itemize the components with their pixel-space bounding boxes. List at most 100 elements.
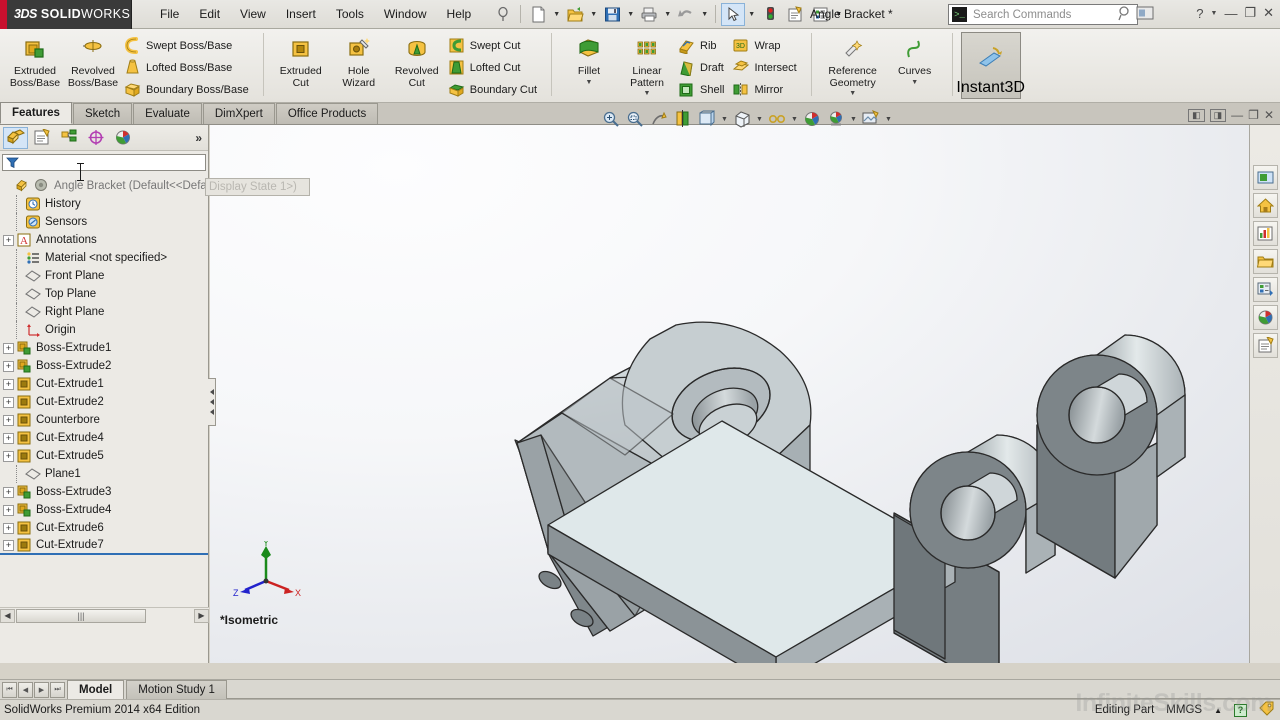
search-commands-box[interactable]: >_ Search Commands	[948, 4, 1138, 25]
panel-splitter-handle[interactable]	[208, 378, 216, 426]
menu-insert[interactable]: Insert	[276, 3, 326, 25]
property-manager-tab[interactable]	[30, 127, 55, 149]
linear-pattern-button[interactable]: Linear Pattern ▼	[618, 31, 676, 97]
tree-item-boss-extrude1[interactable]: + Boss-Extrude1	[0, 339, 208, 357]
tree-item-cut-extrude4[interactable]: + Cut-Extrude4	[0, 429, 208, 447]
expand-toggle[interactable]: +	[3, 414, 14, 426]
extruded-boss-base-button[interactable]: Extruded Boss/Base	[6, 31, 64, 89]
view-orientation-dropdown-icon[interactable]: ▼	[720, 108, 729, 130]
menu-file[interactable]: File	[150, 3, 189, 25]
search-folder-button[interactable]	[1252, 249, 1278, 274]
tree-item-cut-extrude1[interactable]: + Cut-Extrude1	[0, 375, 208, 393]
tile-horizontally-icon[interactable]: ◧	[1188, 108, 1205, 122]
feature-tree-filter[interactable]	[2, 154, 206, 171]
rib-button[interactable]: Rib	[676, 35, 730, 56]
expand-toggle[interactable]: +	[3, 539, 14, 551]
help-icon[interactable]: ?	[1196, 6, 1203, 21]
minimize-document-icon[interactable]: —	[1231, 108, 1243, 122]
scroll-thumb[interactable]: |||	[16, 608, 146, 623]
mirror-button[interactable]: Mirror	[730, 79, 802, 100]
edit-appearance-icon[interactable]	[801, 108, 823, 130]
zoom-to-area-icon[interactable]	[624, 108, 646, 130]
tree-item-history[interactable]: History	[0, 195, 208, 213]
tree-item-right-plane[interactable]: Right Plane	[0, 303, 208, 321]
boundary-boss-base-button[interactable]: Boundary Boss/Base	[122, 79, 255, 100]
tree-item-boss-extrude4[interactable]: + Boss-Extrude4	[0, 501, 208, 519]
pin-menu-icon[interactable]	[491, 3, 515, 26]
revolved-cut-button[interactable]: Revolved Cut	[388, 31, 446, 89]
tree-item-counterbore[interactable]: + Counterbore	[0, 411, 208, 429]
first-tab-icon[interactable]: ⏮	[2, 681, 17, 698]
expand-toggle[interactable]: +	[3, 486, 14, 498]
design-library-button[interactable]	[1252, 193, 1278, 218]
menu-window[interactable]: Window	[374, 3, 437, 25]
apply-scene-dropdown-icon[interactable]: ▼	[849, 108, 858, 130]
tree-item-boss-extrude2[interactable]: + Boss-Extrude2	[0, 357, 208, 375]
curves-button[interactable]: Curves ▼	[886, 31, 944, 86]
scroll-right-icon[interactable]: ▶	[194, 608, 209, 623]
apply-scene-icon[interactable]	[825, 108, 847, 130]
menu-edit[interactable]: Edit	[189, 3, 230, 25]
tree-item-cut-extrude5[interactable]: + Cut-Extrude5	[0, 447, 208, 465]
tree-root-angle-bracket[interactable]: Angle Bracket (Default<<Defau	[0, 177, 208, 195]
hole-wizard-button[interactable]: Hole Wizard	[330, 31, 388, 89]
draft-button[interactable]: Draft	[676, 57, 730, 78]
open-document-icon[interactable]	[563, 3, 587, 26]
tab-dimxpert[interactable]: DimXpert	[202, 103, 275, 124]
custom-properties-button[interactable]	[1252, 333, 1278, 358]
undo-dropdown-icon[interactable]: ▼	[699, 3, 710, 26]
close-icon[interactable]: ✕	[1263, 5, 1274, 21]
close-document-icon[interactable]: ✕	[1264, 108, 1274, 122]
help-dropdown-icon[interactable]: ▼	[1211, 10, 1218, 17]
display-style-icon[interactable]	[731, 108, 753, 130]
expand-toggle[interactable]: +	[3, 360, 14, 372]
tree-item-cut-extrude6[interactable]: + Cut-Extrude6	[0, 519, 208, 537]
tab-office-products[interactable]: Office Products	[275, 103, 379, 124]
tab-evaluate[interactable]: Evaluate	[133, 103, 202, 124]
swept-cut-button[interactable]: Swept Cut	[446, 35, 543, 56]
previous-view-icon[interactable]	[648, 108, 670, 130]
expand-toggle[interactable]: +	[3, 522, 14, 534]
search-magnifier-icon[interactable]	[1118, 4, 1134, 22]
feature-manager-tab[interactable]	[3, 126, 28, 149]
select-cursor-icon[interactable]	[721, 2, 746, 26]
tree-item-material[interactable]: Material <not specified>	[0, 249, 208, 267]
print-document-dropdown-icon[interactable]: ▼	[662, 3, 673, 26]
panel-more-icon[interactable]: »	[195, 131, 202, 145]
view-settings-dropdown-icon[interactable]: ▼	[884, 108, 893, 130]
revolved-boss-base-button[interactable]: Revolved Boss/Base	[64, 31, 122, 89]
tree-item-cut-extrude7[interactable]: + Cut-Extrude7	[0, 537, 208, 555]
expand-toggle[interactable]: +	[3, 450, 14, 462]
lofted-cut-button[interactable]: Lofted Cut	[446, 57, 543, 78]
expand-toggle[interactable]: +	[3, 234, 14, 246]
shell-button[interactable]: Shell	[676, 79, 730, 100]
extruded-cut-button[interactable]: Extruded Cut	[272, 31, 330, 89]
options-gear-doc-icon[interactable]	[783, 3, 807, 26]
tile-vertically-icon[interactable]: ◨	[1209, 108, 1227, 122]
wrap-button[interactable]: 3D Wrap	[730, 35, 802, 56]
curves-dropdown-icon[interactable]: ▼	[911, 79, 918, 86]
print-document-icon[interactable]	[637, 3, 661, 26]
boundary-cut-button[interactable]: Boundary Cut	[446, 79, 543, 100]
save-document-icon[interactable]	[600, 3, 624, 26]
tag-icon[interactable]	[1259, 701, 1274, 719]
tree-item-front-plane[interactable]: Front Plane	[0, 267, 208, 285]
appearances-scenes-button[interactable]	[1252, 305, 1278, 330]
swept-boss-base-button[interactable]: Swept Boss/Base	[122, 35, 255, 56]
search-panel-icon[interactable]	[1136, 5, 1154, 21]
lofted-boss-base-button[interactable]: Lofted Boss/Base	[122, 57, 255, 78]
file-explorer-button[interactable]	[1252, 221, 1278, 246]
view-orientation-icon[interactable]	[696, 108, 718, 130]
instant3d-button[interactable]: Instant3D	[956, 32, 1025, 99]
rebuild-traffic-icon[interactable]	[758, 3, 782, 26]
expand-toggle[interactable]: +	[3, 504, 14, 516]
restore-icon[interactable]: ❐	[1244, 5, 1256, 21]
tree-item-plane1[interactable]: Plane1	[0, 465, 208, 483]
minimize-icon[interactable]: —	[1224, 6, 1237, 21]
prev-tab-icon[interactable]: ◀	[18, 681, 33, 698]
menu-view[interactable]: View	[230, 3, 276, 25]
reference-geometry-dropdown-icon[interactable]: ▼	[849, 90, 856, 97]
menu-help[interactable]: Help	[437, 3, 482, 25]
hide-show-dropdown-icon[interactable]: ▼	[790, 108, 799, 130]
tree-item-cut-extrude2[interactable]: + Cut-Extrude2	[0, 393, 208, 411]
